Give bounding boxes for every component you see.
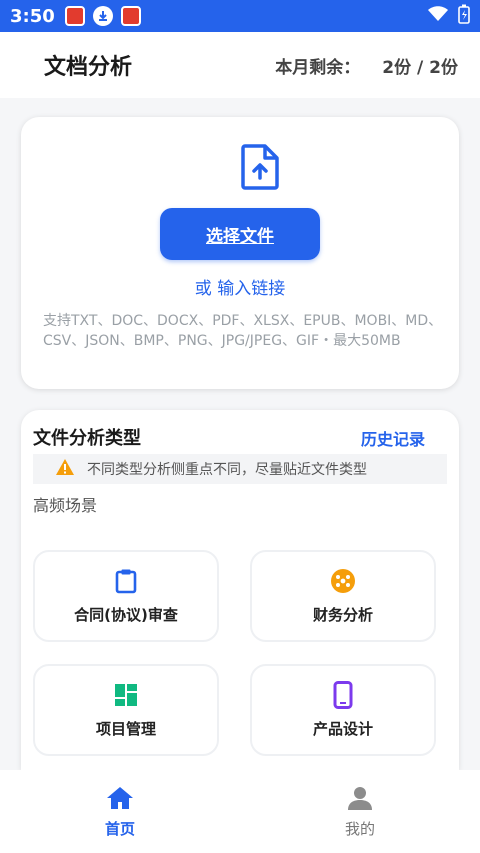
analysis-section: 文件分析类型 历史记录 不同类型分析侧重点不同，尽量贴近文件类型 高频场景 合同… <box>21 410 459 770</box>
section-title: 文件分析类型 <box>33 428 141 449</box>
enter-link-button[interactable]: 输入链接 <box>217 279 285 299</box>
scene-name: 产品设计 <box>312 719 373 738</box>
dashboard-icon <box>114 682 138 708</box>
enter-link-row: 或 输入链接 <box>21 274 459 299</box>
choose-file-button[interactable]: 选择文件 <box>160 208 320 260</box>
nav-mine-label: 我的 <box>344 820 375 838</box>
scene-label: 高频场景 <box>33 496 98 515</box>
wifi-icon <box>428 6 448 26</box>
scene-name: 合同(协议)审查 <box>74 605 178 624</box>
warning-bar: 不同类型分析侧重点不同，尽量贴近文件类型 <box>33 454 447 484</box>
status-right <box>428 4 470 28</box>
app-notification-icon-2 <box>120 6 141 26</box>
or-text: 或 <box>194 279 212 299</box>
upload-card: 选择文件 或 输入链接 支持TXT、DOC、DOCX、PDF、XLSX、EPUB… <box>21 117 459 389</box>
phone-icon <box>333 680 353 709</box>
warning-text: 不同类型分析侧重点不同，尽量贴近文件类型 <box>87 462 367 478</box>
status-time: 3:50 <box>10 5 55 27</box>
home-icon <box>106 786 134 814</box>
scene-card-product[interactable]: 产品设计 <box>250 664 436 756</box>
scene-name: 项目管理 <box>95 719 156 738</box>
scene-name: 财务分析 <box>312 605 373 624</box>
page-title: 文档分析 <box>44 55 133 80</box>
scene-card-project[interactable]: 项目管理 <box>33 664 219 756</box>
status-bar: 3:50 <box>0 0 480 32</box>
quota-value: 2份 / 2份 <box>382 57 458 78</box>
clipboard-icon <box>115 568 137 594</box>
supported-formats-text: 支持TXT、DOC、DOCX、PDF、XLSX、EPUB、MOBI、MD、CSV… <box>43 313 443 349</box>
quota-info: 本月剩余： 2份 / 2份 <box>275 53 458 78</box>
scene-card-contract[interactable]: 合同(协议)审查 <box>33 550 219 642</box>
nav-mine[interactable]: 我的 <box>240 770 480 853</box>
nav-home-label: 首页 <box>104 820 135 838</box>
bottom-nav: 首页 我的 <box>0 770 480 853</box>
user-icon <box>348 786 372 814</box>
quota-label: 本月剩余： <box>275 57 361 78</box>
file-upload-icon <box>241 144 279 194</box>
download-icon <box>92 6 113 26</box>
scene-card-finance[interactable]: 财务分析 <box>250 550 436 642</box>
nav-home[interactable]: 首页 <box>0 770 240 853</box>
header: 文档分析 本月剩余： 2份 / 2份 <box>0 32 480 98</box>
history-button[interactable]: 历史记录 <box>361 426 425 450</box>
battery-icon <box>458 4 470 28</box>
finance-icon <box>330 568 356 594</box>
app-notification-icon <box>64 6 85 26</box>
warning-icon <box>55 458 75 480</box>
